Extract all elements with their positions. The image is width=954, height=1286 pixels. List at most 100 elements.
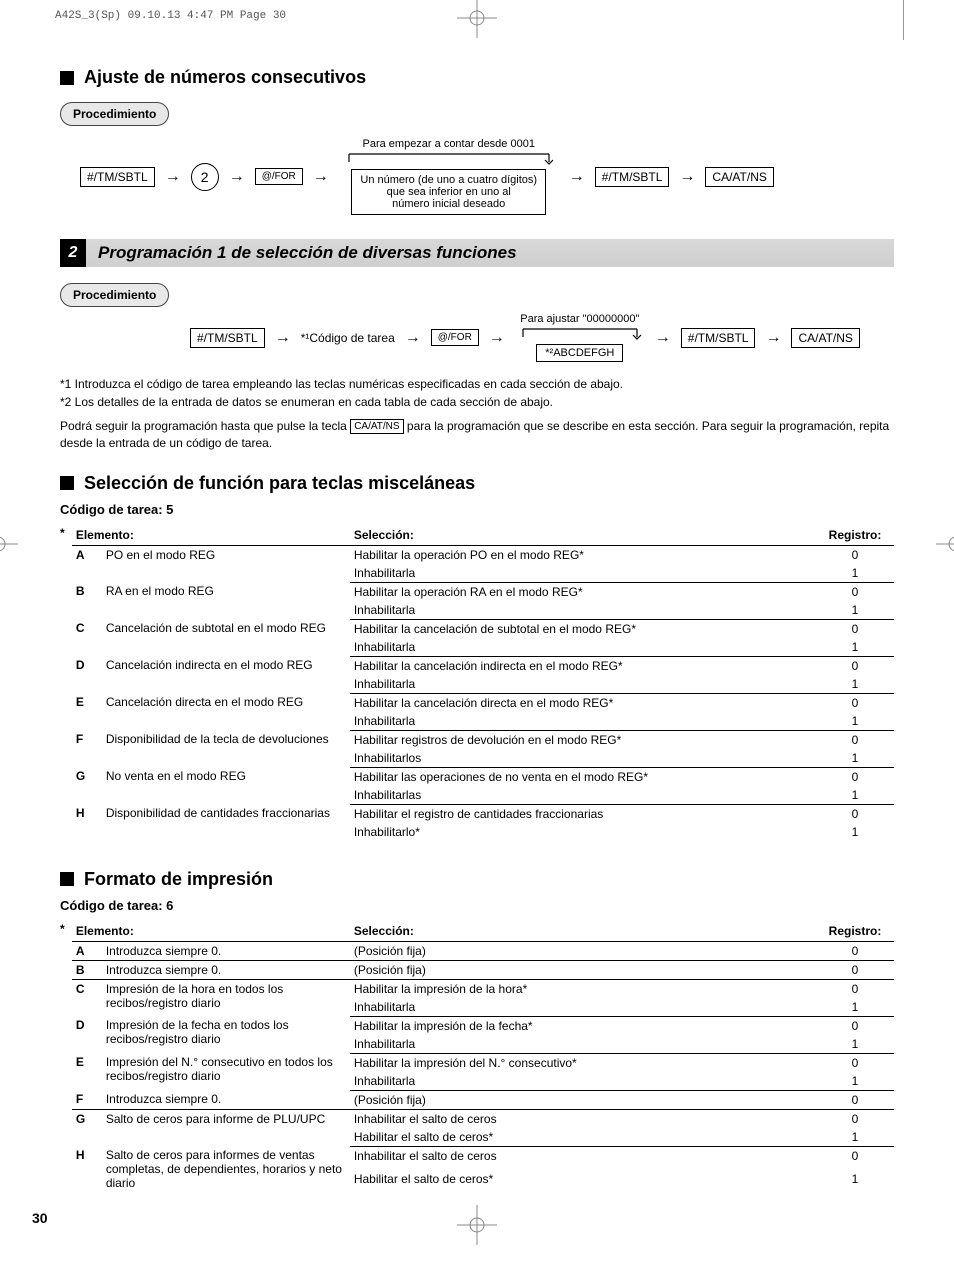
row-selection: Inhabilitarlos bbox=[350, 749, 816, 768]
table-row: BRA en el modo REGHabilitar la operación… bbox=[72, 582, 894, 601]
table-row: CImpresión de la hora en todos los recib… bbox=[72, 979, 894, 998]
row-register: 0 bbox=[816, 1016, 894, 1035]
row-selection: Habilitar la operación RA en el modo REG… bbox=[350, 582, 816, 601]
row-letter: E bbox=[72, 1053, 102, 1090]
row-selection: Inhabilitarla bbox=[350, 1035, 816, 1054]
row-selection: Inhabilitarla bbox=[350, 1072, 816, 1091]
arrow-right-icon: → bbox=[655, 329, 671, 347]
branch-label: Para ajustar "00000000" bbox=[520, 313, 639, 325]
procedure-pill: Procedimiento bbox=[60, 102, 169, 126]
bullet-icon bbox=[60, 71, 74, 85]
table-row: GSalto de ceros para informe de PLU/UPCI… bbox=[72, 1109, 894, 1128]
row-element: Salto de ceros para informes de ventas c… bbox=[102, 1146, 350, 1192]
row-register: 0 bbox=[816, 1109, 894, 1128]
key-caatns: CA/AT/NS bbox=[705, 167, 773, 187]
row-selection: (Posición fija) bbox=[350, 960, 816, 979]
crop-mark-bottom bbox=[457, 1205, 497, 1248]
row-register: 1 bbox=[816, 638, 894, 657]
row-register: 1 bbox=[816, 749, 894, 768]
bullet-icon bbox=[60, 872, 74, 886]
row-letter: C bbox=[72, 619, 102, 656]
row-selection: Inhabilitarla bbox=[350, 601, 816, 620]
section-title: Programación 1 de selección de diversas … bbox=[98, 243, 517, 263]
row-element: Cancelación directa en el modo REG bbox=[102, 693, 350, 730]
arrow-right-icon: → bbox=[229, 168, 245, 186]
row-letter: H bbox=[72, 804, 102, 841]
row-register: 0 bbox=[816, 693, 894, 712]
table-row: FIntroduzca siempre 0.(Posición fija)0 bbox=[72, 1090, 894, 1109]
row-register: 0 bbox=[816, 619, 894, 638]
row-register: 1 bbox=[816, 564, 894, 583]
th-seleccion: Selección: bbox=[350, 525, 816, 546]
row-selection: Inhabilitarla bbox=[350, 675, 816, 694]
section-print-format: Formato de impresión bbox=[60, 869, 894, 890]
arrow-right-icon: → bbox=[313, 168, 329, 186]
note-1: *1 Introduzca el código de tarea emplean… bbox=[60, 376, 894, 392]
row-register: 1 bbox=[816, 712, 894, 731]
key-tmsbtl: #/TM/SBTL bbox=[190, 328, 265, 348]
abcdefgh-box: *²ABCDEFGH bbox=[536, 344, 623, 362]
note-text: Podrá seguir la programación hasta que p… bbox=[60, 419, 350, 433]
th-registro: Registro: bbox=[816, 525, 894, 546]
row-element: Cancelación indirecta en el modo REG bbox=[102, 656, 350, 693]
row-element: PO en el modo REG bbox=[102, 545, 350, 582]
section-programming-1: 2 Programación 1 de selección de diversa… bbox=[60, 239, 894, 267]
row-element: Introduzca siempre 0. bbox=[102, 941, 350, 960]
arrow-right-icon: → bbox=[405, 329, 421, 347]
row-selection: (Posición fija) bbox=[350, 941, 816, 960]
row-register: 1 bbox=[816, 1072, 894, 1091]
notes-block: *1 Introduzca el código de tarea emplean… bbox=[60, 376, 894, 451]
box-line: número inicial deseado bbox=[392, 198, 505, 210]
row-letter: G bbox=[72, 767, 102, 804]
note-3: Podrá seguir la programación hasta que p… bbox=[60, 418, 894, 450]
row-selection: Habilitar la impresión del N.° consecuti… bbox=[350, 1053, 816, 1072]
options-table-5: Elemento: Selección: Registro: APO en el… bbox=[72, 525, 894, 841]
row-element: RA en el modo REG bbox=[102, 582, 350, 619]
th-elemento: Elemento: bbox=[72, 525, 350, 546]
row-register: 1 bbox=[816, 786, 894, 805]
key-tmsbtl: #/TM/SBTL bbox=[80, 167, 155, 187]
row-letter: F bbox=[72, 1090, 102, 1109]
table-row: FDisponibilidad de la tecla de devolucio… bbox=[72, 730, 894, 749]
job-code-placeholder: *¹Código de tarea bbox=[301, 331, 395, 345]
row-register: 0 bbox=[816, 545, 894, 564]
row-register: 0 bbox=[816, 941, 894, 960]
row-letter: C bbox=[72, 979, 102, 1016]
job-code-6: Código de tarea: 6 bbox=[60, 898, 894, 913]
arrow-right-icon: → bbox=[165, 168, 181, 186]
crop-mark-left bbox=[0, 524, 18, 567]
table-row: DCancelación indirecta en el modo REGHab… bbox=[72, 656, 894, 675]
arrow-right-icon: → bbox=[679, 168, 695, 186]
key-caatns: CA/AT/NS bbox=[791, 328, 859, 348]
th-seleccion: Selección: bbox=[350, 921, 816, 942]
table-row: HDisponibilidad de cantidades fraccionar… bbox=[72, 804, 894, 823]
box-line: Un número (de uno a cuatro dígitos) bbox=[360, 174, 537, 186]
row-register: 0 bbox=[816, 979, 894, 998]
row-letter: D bbox=[72, 656, 102, 693]
page: A42S_3(Sp) 09.10.13 4:47 PM Page 30 Ajus… bbox=[0, 0, 954, 1256]
arrow-right-icon: → bbox=[569, 168, 585, 186]
row-selection: Inhabilitar el salto de ceros bbox=[350, 1109, 816, 1128]
row-register: 0 bbox=[816, 656, 894, 675]
row-register: 1 bbox=[816, 1170, 894, 1193]
table-row: EImpresión del N.° consecutivo en todos … bbox=[72, 1053, 894, 1072]
row-selection: Inhabilitarla bbox=[350, 564, 816, 583]
section-number: 2 bbox=[60, 239, 86, 267]
box-line: que sea inferior en uno al bbox=[387, 186, 511, 198]
row-selection: Habilitar la cancelación de subtotal en … bbox=[350, 619, 816, 638]
row-letter: G bbox=[72, 1109, 102, 1146]
key-2: 2 bbox=[191, 163, 219, 191]
table-row: AIntroduzca siempre 0.(Posición fija)0 bbox=[72, 941, 894, 960]
table-wrap-5: * Elemento: Selección: Registro: APO en … bbox=[60, 523, 894, 847]
row-register: 0 bbox=[816, 767, 894, 786]
row-selection: Habilitar el registro de cantidades frac… bbox=[350, 804, 816, 823]
table-row: APO en el modo REGHabilitar la operación… bbox=[72, 545, 894, 564]
row-register: 0 bbox=[816, 730, 894, 749]
row-element: Impresión de la fecha en todos los recib… bbox=[102, 1016, 350, 1053]
row-letter: B bbox=[72, 960, 102, 979]
section-misc-keys: Selección de función para teclas miscelá… bbox=[60, 473, 894, 494]
table-row: ECancelación directa en el modo REGHabil… bbox=[72, 693, 894, 712]
table-row: DImpresión de la fecha en todos los reci… bbox=[72, 1016, 894, 1035]
row-register: 0 bbox=[816, 1053, 894, 1072]
flow-branch: Para ajustar "00000000" *²ABCDEFGH bbox=[515, 313, 645, 362]
